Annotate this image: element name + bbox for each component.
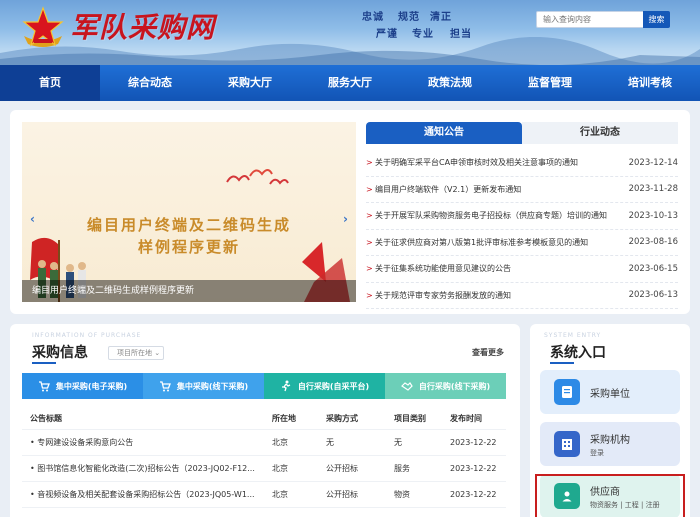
tab-self-platform[interactable]: 自行采购(自采平台) bbox=[264, 373, 385, 399]
purchase-info-panel: INFORMATION OF PURCHASE 采购信息 项目所在地 ⌄ 查看更… bbox=[10, 324, 520, 517]
slogan-integrity: 清正 bbox=[430, 12, 452, 23]
army-star-emblem-icon[interactable] bbox=[22, 6, 64, 48]
section-title: 采购信息 bbox=[32, 345, 88, 361]
table-header: 公告标题 所在地 采购方式 项目类别 发布时间 bbox=[22, 408, 506, 430]
chevron-right-icon: > bbox=[366, 237, 373, 247]
row-title[interactable]: • 音视频设备及相关配套设备采购招标公告（2023-JQ05-W1... bbox=[22, 489, 272, 500]
site-logo-text[interactable]: 军队采购网 bbox=[70, 6, 215, 46]
chevron-right-icon: > bbox=[366, 264, 373, 274]
slogan-professional: 专业 bbox=[412, 29, 434, 40]
category-tabs: 集中采购(电子采购) 集中采购(线下采购) 自行采购(自采平台) 自行采购(线下… bbox=[22, 373, 506, 399]
document-icon bbox=[554, 379, 580, 405]
list-item[interactable]: > 关于明确军采平台CA申领审核时效及相关注意事项的通知 2023-12-14 bbox=[366, 150, 678, 177]
carousel-headline: 编目用户终端及二维码生成 样例程序更新 bbox=[86, 216, 291, 256]
view-more-link[interactable]: 查看更多 bbox=[472, 347, 504, 358]
tab-central-offline[interactable]: 集中采购(线下采购) bbox=[143, 373, 264, 399]
chevron-right-icon: > bbox=[366, 211, 373, 221]
tab-self-offline[interactable]: 自行采购(线下采购) bbox=[385, 373, 506, 399]
notice-date: 2023-06-15 bbox=[628, 263, 678, 274]
nav-item-news[interactable]: 综合动态 bbox=[100, 65, 200, 101]
notice-tabs: 通知公告 行业动态 bbox=[366, 122, 678, 144]
entry-purchasing-unit[interactable]: 采购单位 bbox=[540, 370, 680, 414]
list-item[interactable]: > 关于规范评审专家劳务报酬发放的通知 2023-06-13 bbox=[366, 283, 678, 309]
carousel-next-button[interactable]: › bbox=[343, 212, 348, 226]
slogan-responsibility: 担当 bbox=[450, 29, 472, 40]
chevron-right-icon: > bbox=[366, 158, 373, 168]
notice-date: 2023-06-13 bbox=[628, 290, 678, 301]
row-title[interactable]: • 专网建设设备采购意向公告 bbox=[22, 437, 272, 448]
table-row[interactable]: • 图书馆信息化智能化改造(二次)招标公告（2023-JQ02-F12... 北… bbox=[22, 456, 506, 482]
slogan-rigor: 严谨 bbox=[376, 29, 398, 40]
notice-list: > 关于明确军采平台CA申领审核时效及相关注意事项的通知 2023-12-14 … bbox=[366, 150, 678, 309]
main-nav: 首页 综合动态 采购大厅 服务大厅 政策法规 监督管理 培训考核 bbox=[0, 65, 700, 101]
nav-item-training[interactable]: 培训考核 bbox=[600, 65, 700, 101]
section-watermark: INFORMATION OF PURCHASE bbox=[32, 332, 142, 339]
region-select[interactable]: 项目所在地 ⌄ bbox=[108, 346, 164, 360]
handshake-icon bbox=[400, 382, 413, 391]
notice-title[interactable]: 关于规范评审专家劳务报酬发放的通知 bbox=[375, 290, 626, 301]
chevron-right-icon: > bbox=[366, 290, 373, 300]
table-row[interactable]: • 专网建设设备采购意向公告 北京 无 无 2023-12-22 bbox=[22, 430, 506, 456]
nav-item-policy[interactable]: 政策法规 bbox=[400, 65, 500, 101]
list-item[interactable]: > 关于征集系统功能使用意见建议的公告 2023-06-15 bbox=[366, 256, 678, 283]
nav-item-home[interactable]: 首页 bbox=[0, 65, 100, 101]
notice-title[interactable]: 关于明确军采平台CA申领审核时效及相关注意事项的通知 bbox=[375, 157, 626, 168]
notice-title[interactable]: 关于开展军队采购物资服务电子招投标（供应商专题）培训的通知 bbox=[375, 210, 626, 221]
notice-title[interactable]: 关于征集系统功能使用意见建议的公告 bbox=[375, 263, 626, 274]
slogan-loyalty: 忠诚 bbox=[362, 12, 384, 23]
runner-icon bbox=[281, 380, 291, 392]
list-item[interactable]: > 关于征求供应商对第八版第1批评审标准参考模板意见的通知 2023-08-16 bbox=[366, 230, 678, 256]
cart-icon bbox=[38, 381, 50, 392]
cart-icon bbox=[159, 381, 171, 392]
notice-date: 2023-11-28 bbox=[628, 184, 678, 195]
carousel-prev-button[interactable]: ‹ bbox=[30, 212, 35, 226]
section-title: 系统入口 bbox=[550, 345, 606, 361]
news-carousel[interactable]: 编目用户终端及二维码生成 样例程序更新 ‹ › 编目用户终端及二维码生成样例程序… bbox=[22, 122, 356, 302]
highlight-box bbox=[535, 474, 685, 517]
list-item[interactable]: > 编目用户终端软件（V2.1）更新发布通知 2023-11-28 bbox=[366, 177, 678, 203]
notice-date: 2023-10-13 bbox=[628, 210, 678, 221]
featured-panel: 编目用户终端及二维码生成 样例程序更新 ‹ › 编目用户终端及二维码生成样例程序… bbox=[10, 110, 690, 314]
notice-title[interactable]: 编目用户终端软件（V2.1）更新发布通知 bbox=[375, 184, 626, 195]
section-watermark: SYSTEM ENTRY bbox=[544, 332, 602, 339]
building-icon bbox=[554, 431, 580, 457]
nav-item-service-hall[interactable]: 服务大厅 bbox=[300, 65, 400, 101]
list-item[interactable]: > 关于开展军队采购物资服务电子招投标（供应商专题）培训的通知 2023-10-… bbox=[366, 203, 678, 230]
agency-login-link[interactable]: 登录 bbox=[590, 448, 630, 458]
chevron-right-icon: > bbox=[366, 184, 373, 194]
notice-date: 2023-12-14 bbox=[628, 157, 678, 168]
site-header: 军队采购网 忠诚 规范 清正 严谨 专业 担当 搜索 bbox=[0, 0, 700, 65]
tab-industry-news[interactable]: 行业动态 bbox=[522, 122, 678, 144]
title-underline bbox=[550, 362, 574, 364]
notice-title[interactable]: 关于征求供应商对第八版第1批评审标准参考模板意见的通知 bbox=[375, 237, 626, 248]
search-input[interactable] bbox=[536, 11, 644, 28]
nav-item-supervision[interactable]: 监督管理 bbox=[500, 65, 600, 101]
tab-central-electronic[interactable]: 集中采购(电子采购) bbox=[22, 373, 143, 399]
carousel-caption[interactable]: 编目用户终端及二维码生成样例程序更新 bbox=[22, 280, 356, 302]
row-title[interactable]: • 图书馆信息化智能化改造(二次)招标公告（2023-JQ02-F12... bbox=[22, 463, 272, 474]
notice-date: 2023-08-16 bbox=[628, 237, 678, 248]
entry-purchasing-agency[interactable]: 采购机构 登录 bbox=[540, 422, 680, 466]
pigeons-icon bbox=[226, 169, 289, 185]
title-underline bbox=[32, 362, 56, 364]
table-row[interactable]: • 音视频设备及相关配套设备采购招标公告（2023-JQ05-W1... 北京 … bbox=[22, 482, 506, 508]
slogan-standard: 规范 bbox=[398, 12, 420, 23]
tab-notices[interactable]: 通知公告 bbox=[366, 122, 522, 144]
nav-item-procurement-hall[interactable]: 采购大厅 bbox=[200, 65, 300, 101]
search-button[interactable]: 搜索 bbox=[643, 11, 670, 28]
